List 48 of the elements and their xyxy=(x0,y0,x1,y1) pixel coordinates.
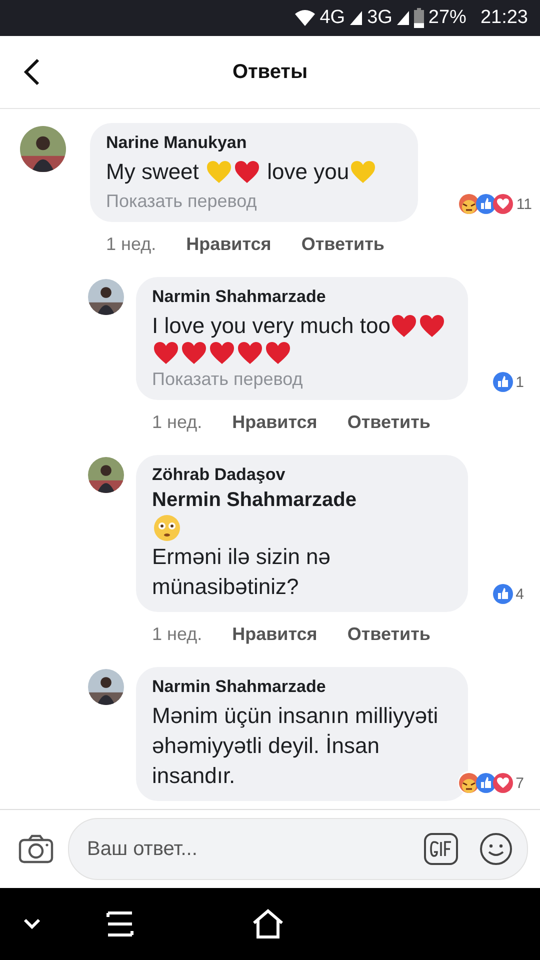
reaction-count: 11 xyxy=(516,196,532,212)
reply-link[interactable]: Ответить xyxy=(347,624,430,645)
like-icon xyxy=(492,372,513,392)
mention-link[interactable]: Nermin Shahmarzade xyxy=(152,489,357,512)
comment-time: 1 нед. xyxy=(106,234,156,255)
author-name[interactable]: Zöhrab Dadaşov xyxy=(152,465,286,485)
angry-icon xyxy=(458,773,479,793)
like-icon xyxy=(476,194,496,214)
like-icon xyxy=(476,773,496,793)
emoji-icon[interactable] xyxy=(479,832,513,866)
comment-time: 1 нед. xyxy=(152,624,202,645)
emoji-icon xyxy=(153,514,181,542)
comment-text: My sweet xyxy=(106,158,200,186)
reaction-count: 7 xyxy=(516,774,524,792)
status-text: 4G xyxy=(320,7,346,29)
status-text: 3G xyxy=(367,7,392,29)
reply-box[interactable]: Ваш ответ... xyxy=(68,818,528,880)
comment-text: I love you very much too xyxy=(152,312,390,340)
signal-icon xyxy=(349,10,364,26)
reply-link[interactable]: Ответить xyxy=(347,412,430,433)
chevron-down-icon[interactable] xyxy=(22,917,42,931)
comment-text: Erməni ilə sizin nə münasibətiniz? xyxy=(152,543,332,601)
status-text: 27% xyxy=(428,7,466,29)
battery-icon xyxy=(414,8,424,28)
signal-icon xyxy=(396,10,410,26)
status-text: 21:23 xyxy=(480,7,528,29)
gif-icon[interactable] xyxy=(423,832,459,866)
like-link[interactable]: Нравится xyxy=(232,412,318,433)
menu-icon[interactable] xyxy=(106,911,134,937)
wifi-icon xyxy=(294,9,316,27)
comment-text: Mənim üçün insanın milliyyəti əhəmiyyətli deyil. İnsan insandır. xyxy=(152,702,440,790)
back-icon[interactable] xyxy=(22,58,42,86)
reaction-count: 4 xyxy=(516,586,524,602)
angry-icon xyxy=(459,194,480,214)
comment-time: 1 нед. xyxy=(152,412,202,433)
page-title: Ответы xyxy=(232,60,308,84)
reaction-count: 1 xyxy=(516,374,524,390)
like-link[interactable]: Нравится xyxy=(232,624,318,645)
author-name[interactable]: Narine Manukyan xyxy=(106,133,247,153)
comment-text: love you xyxy=(266,158,350,186)
reply-link[interactable]: Ответить xyxy=(301,234,384,255)
camera-icon[interactable] xyxy=(18,834,54,864)
author-name[interactable]: Narmin Shahmarzade xyxy=(152,677,326,697)
home-icon[interactable] xyxy=(252,909,284,939)
like-icon xyxy=(492,584,513,604)
reply-field[interactable]: Ваш ответ... xyxy=(85,836,403,862)
like-link[interactable]: Нравится xyxy=(186,234,272,255)
author-name[interactable]: Narmin Shahmarzade xyxy=(152,287,326,307)
